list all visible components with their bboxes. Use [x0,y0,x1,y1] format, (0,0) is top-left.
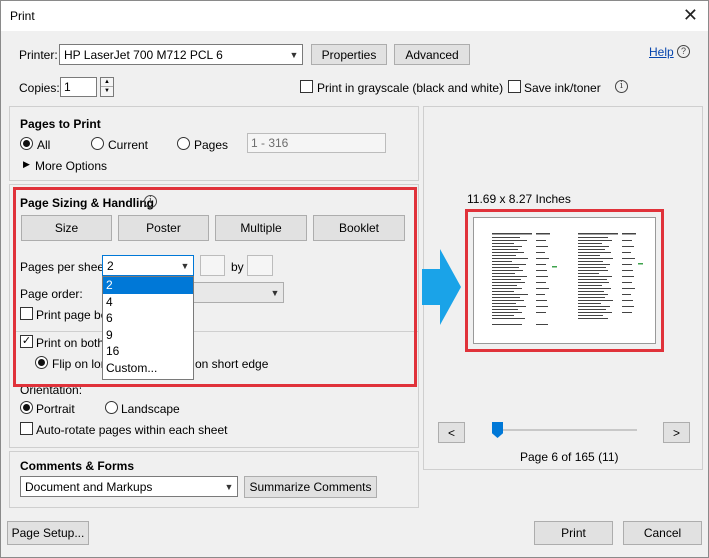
close-icon[interactable]: ✕ [683,5,698,25]
page-thumbnail [492,233,643,325]
properties-button[interactable]: Properties [311,44,387,65]
print-dialog: Print ✕ Printer: HP LaserJet 700 M712 PC… [0,0,709,558]
save-ink-label: Save ink/toner [524,81,601,95]
info-icon[interactable]: i [615,80,628,93]
pages-radio-label: Pages [194,138,229,152]
help-icon[interactable]: ? [677,45,690,58]
option-custom[interactable]: Custom... [103,360,193,377]
pages-radio[interactable] [177,137,190,150]
comments-forms-heading: Comments & Forms [20,459,135,473]
arrow-right-icon [422,249,461,325]
chevron-down-icon: ▼ [289,49,299,60]
printer-select[interactable]: HP LaserJet 700 M712 PCL 6 ▼ [59,44,303,65]
option-16[interactable]: 16 [103,343,193,360]
current-radio-label: Current [108,138,149,152]
page-setup-button[interactable]: Page Setup... [7,521,89,545]
highlight-box [13,187,417,387]
option-9[interactable]: 9 [103,327,193,344]
paper-size-text: 11.69 x 8.27 Inches [467,192,571,206]
printer-label: Printer: [19,48,58,62]
grayscale-label: Print in grayscale (black and white) [317,81,504,95]
printer-value: HP LaserJet 700 M712 PCL 6 [64,47,223,62]
window-title: Print [10,9,35,23]
page-preview [473,217,656,344]
portrait-radio[interactable] [20,401,33,414]
chevron-down-icon: ▼ [224,481,234,492]
stepper-up-icon[interactable]: ▲ [101,78,113,87]
previous-page-button[interactable]: < [438,422,465,443]
title-bar: Print ✕ [1,1,708,31]
portrait-label: Portrait [36,402,75,416]
advanced-button[interactable]: Advanced [394,44,470,65]
pages-range-input[interactable]: 1 - 316 [247,133,386,153]
copies-input[interactable]: 1 [60,77,97,97]
copies-label: Copies: [19,81,60,95]
comments-forms-value: Document and Markups [25,479,153,494]
option-4[interactable]: 4 [103,294,193,311]
pages-to-print-heading: Pages to Print [20,117,101,131]
save-ink-checkbox[interactable] [508,80,521,93]
landscape-radio[interactable] [105,401,118,414]
next-page-button[interactable]: > [663,422,690,443]
all-radio-label: All [37,138,51,152]
current-radio[interactable] [91,137,104,150]
expand-triangle-icon[interactable]: ▶ [23,159,30,170]
grayscale-checkbox[interactable] [300,80,313,93]
autorotate-label: Auto-rotate pages within each sheet [36,423,228,437]
option-2[interactable]: 2 [103,277,193,294]
all-radio[interactable] [20,137,33,150]
page-status-text: Page 6 of 165 (11) [520,450,619,464]
comments-forms-select[interactable]: Document and Markups ▼ [20,476,238,497]
autorotate-checkbox[interactable] [20,422,33,435]
more-options-toggle[interactable]: More Options [35,159,107,173]
page-slider-track[interactable] [493,429,637,431]
print-button[interactable]: Print [534,521,613,545]
help-link[interactable]: Help [649,45,674,59]
stepper-down-icon[interactable]: ▼ [101,87,113,96]
landscape-label: Landscape [121,402,180,416]
pages-per-sheet-options[interactable]: 2 4 6 9 16 Custom... [102,276,194,380]
option-6[interactable]: 6 [103,310,193,327]
summarize-comments-button[interactable]: Summarize Comments [244,476,377,498]
cancel-button[interactable]: Cancel [623,521,702,545]
copies-stepper[interactable]: ▲ ▼ [100,77,114,97]
